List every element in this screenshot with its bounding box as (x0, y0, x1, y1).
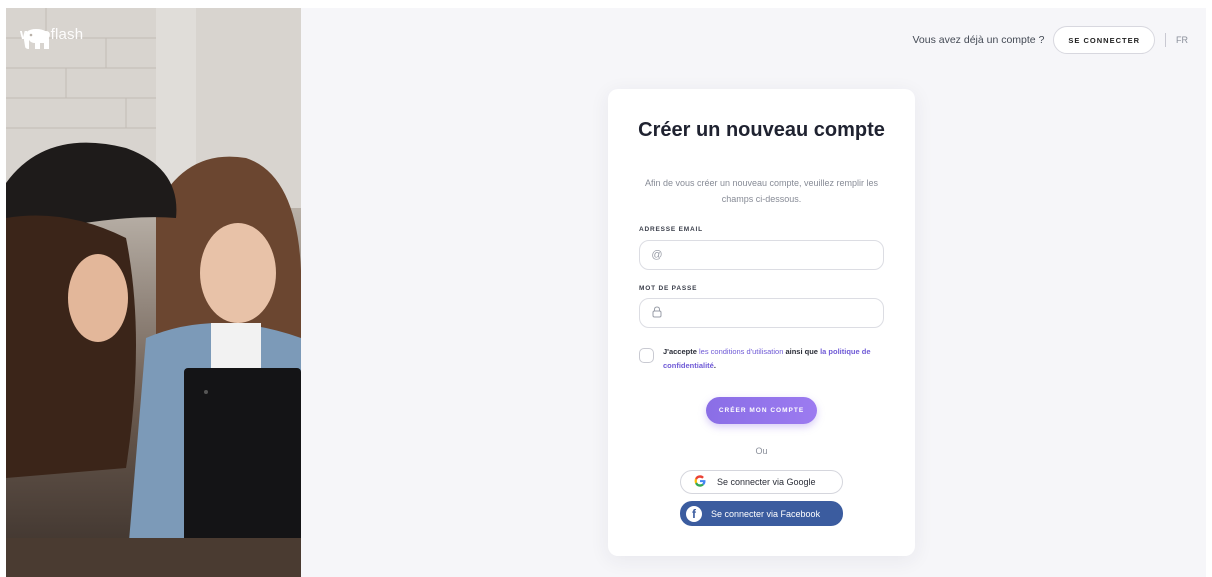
email-input[interactable] (670, 249, 870, 261)
hero-illustration (6, 8, 301, 577)
page-title: Créer un nouveau compte (638, 119, 885, 141)
terms-row: J'accepte les conditions d'utilisation a… (639, 345, 889, 373)
email-label: ADRESSE EMAIL (639, 226, 703, 233)
lock-icon (650, 305, 664, 321)
password-field[interactable] (639, 298, 884, 328)
email-field[interactable]: @ (639, 240, 884, 270)
hero-photo: wooflash (6, 8, 301, 577)
account-question: Vous avez déjà un compte ? (912, 34, 1045, 46)
terms-text: J'accepte les conditions d'utilisation a… (663, 347, 871, 370)
facebook-icon: f (686, 505, 702, 522)
divider (1165, 33, 1166, 47)
google-login-label: Se connecter via Google (717, 477, 816, 487)
elephant-icon (24, 29, 49, 49)
at-icon: @ (651, 249, 663, 261)
password-label: MOT DE PASSE (639, 285, 698, 292)
signup-card: Créer un nouveau compte Afin de vous cré… (608, 89, 915, 556)
facebook-login-button[interactable]: f Se connecter via Facebook (680, 501, 843, 526)
google-login-button[interactable]: Se connecter via Google (680, 470, 843, 494)
facebook-login-label: Se connecter via Facebook (711, 508, 821, 519)
create-account-button[interactable]: CRÉER MON COMPTE (706, 397, 817, 424)
google-icon (693, 474, 707, 490)
language-selector[interactable]: FR (1176, 35, 1188, 45)
terms-link[interactable]: les conditions d'utilisation (699, 347, 783, 356)
top-bar: Vous avez déjà un compte ? SE CONNECTER … (912, 26, 1188, 54)
brand-logo[interactable]: wooflash (20, 26, 83, 49)
password-input[interactable] (670, 307, 870, 319)
or-separator: Ou (755, 446, 768, 456)
intro-text: Afin de vous créer un nouveau compte, ve… (644, 178, 879, 204)
login-button[interactable]: SE CONNECTER (1053, 26, 1155, 54)
terms-checkbox[interactable] (639, 348, 654, 363)
